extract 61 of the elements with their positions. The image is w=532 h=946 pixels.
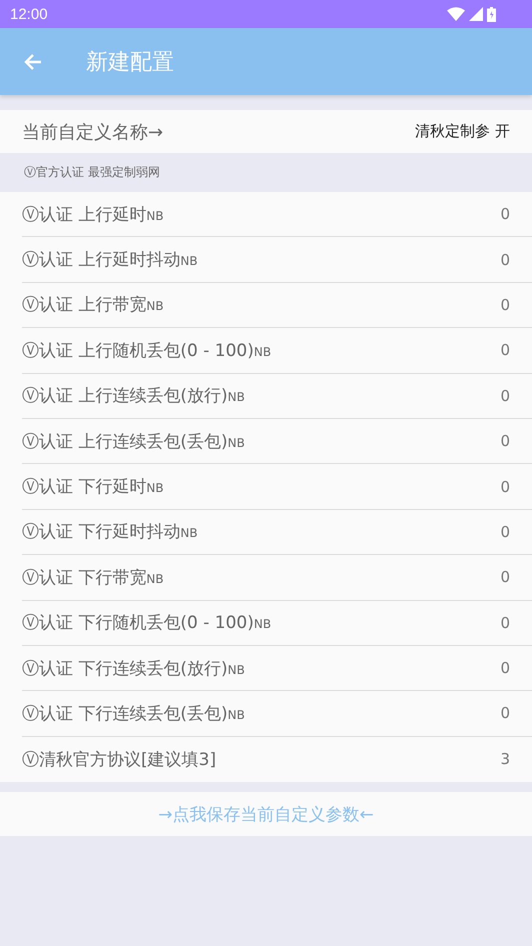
setting-label: Ⓥ认证 下行带宽: [22, 566, 146, 589]
setting-label: Ⓥ认证 上行延时: [22, 204, 146, 226]
setting-label: Ⓥ认证 上行延时抖动: [22, 249, 180, 272]
setting-value: 0: [500, 704, 510, 722]
setting-row[interactable]: Ⓥ认证 上行连续丢包(丢包)NB 0: [22, 418, 532, 464]
setting-row[interactable]: Ⓥ认证 上行随机丢包(0 - 100)NB 0: [22, 328, 532, 374]
setting-label: Ⓥ认证 下行连续丢包(丢包): [22, 702, 228, 725]
setting-label: Ⓥ认证 下行随机丢包(0 - 100): [22, 612, 254, 634]
setting-value: 0: [500, 614, 510, 632]
section-header: Ⓥ官方认证 最强定制弱网: [24, 164, 160, 181]
name-value: 清秋定制参 开: [415, 122, 510, 141]
setting-label: Ⓥ认证 下行延时: [22, 476, 146, 498]
setting-value: 0: [500, 205, 510, 224]
setting-label: Ⓥ认证 上行带宽: [22, 294, 146, 316]
setting-label: Ⓥ认证 上行连续丢包(丢包): [22, 430, 228, 453]
setting-row[interactable]: Ⓥ认证 下行带宽NB 0: [22, 555, 532, 601]
setting-label: Ⓥ认证 上行随机丢包(0 - 100): [22, 340, 254, 362]
back-button[interactable]: [23, 52, 43, 72]
setting-row[interactable]: Ⓥ认证 下行连续丢包(放行)NB 0: [22, 646, 532, 692]
page-title: 新建配置: [86, 48, 174, 76]
unit-label: NB: [254, 344, 272, 359]
setting-row[interactable]: Ⓥ认证 上行连续丢包(放行)NB 0: [22, 374, 532, 419]
setting-row[interactable]: Ⓥ认证 下行连续丢包(丢包)NB 0: [22, 691, 532, 737]
setting-value: 0: [500, 386, 510, 405]
unit-label: NB: [228, 662, 245, 677]
signal-icon: [469, 7, 483, 21]
unit-label: NB: [254, 617, 272, 632]
name-row[interactable]: 当前自定义名称→ 清秋定制参 开: [0, 110, 532, 153]
setting-row[interactable]: Ⓥ认证 下行延时抖动NB 0: [22, 510, 532, 556]
unit-label: NB: [180, 254, 198, 268]
name-label: 当前自定义名称→: [22, 120, 164, 144]
unit-label: NB: [146, 572, 164, 586]
unit-label: NB: [228, 436, 245, 450]
setting-value: 0: [500, 478, 510, 496]
setting-label: Ⓥ认证 上行连续丢包(放行): [22, 385, 228, 408]
setting-value: 0: [500, 341, 510, 360]
setting-value: 3: [500, 750, 510, 768]
unit-label: NB: [146, 208, 164, 223]
setting-row[interactable]: Ⓥ清秋官方协议[建议填3] 3: [22, 736, 532, 782]
setting-value: 0: [500, 432, 510, 450]
unit-label: NB: [146, 481, 164, 496]
setting-row[interactable]: Ⓥ认证 上行延时抖动NB 0: [22, 237, 532, 283]
setting-value: 0: [500, 659, 510, 678]
setting-label: Ⓥ认证 下行连续丢包(放行): [22, 658, 228, 680]
setting-row[interactable]: Ⓥ认证 上行带宽NB 0: [22, 282, 532, 328]
setting-value: 0: [500, 250, 510, 269]
setting-row[interactable]: Ⓥ认证 上行延时NB 0: [22, 192, 532, 238]
wifi-icon: [447, 7, 465, 21]
setting-label: Ⓥ清秋官方协议[建议填3]: [22, 748, 216, 771]
setting-value: 0: [500, 296, 510, 314]
battery-icon: [487, 6, 496, 22]
unit-label: NB: [180, 526, 198, 540]
unit-label: NB: [228, 390, 245, 404]
setting-row[interactable]: Ⓥ认证 下行随机丢包(0 - 100)NB 0: [22, 600, 532, 646]
setting-label: Ⓥ认证 下行延时抖动: [22, 521, 180, 544]
setting-row[interactable]: Ⓥ认证 下行延时NB 0: [22, 464, 532, 510]
setting-value: 0: [500, 522, 510, 541]
unit-label: NB: [228, 708, 245, 722]
unit-label: NB: [146, 299, 164, 314]
setting-value: 0: [500, 568, 510, 586]
clock-time: 12:00: [10, 6, 48, 22]
